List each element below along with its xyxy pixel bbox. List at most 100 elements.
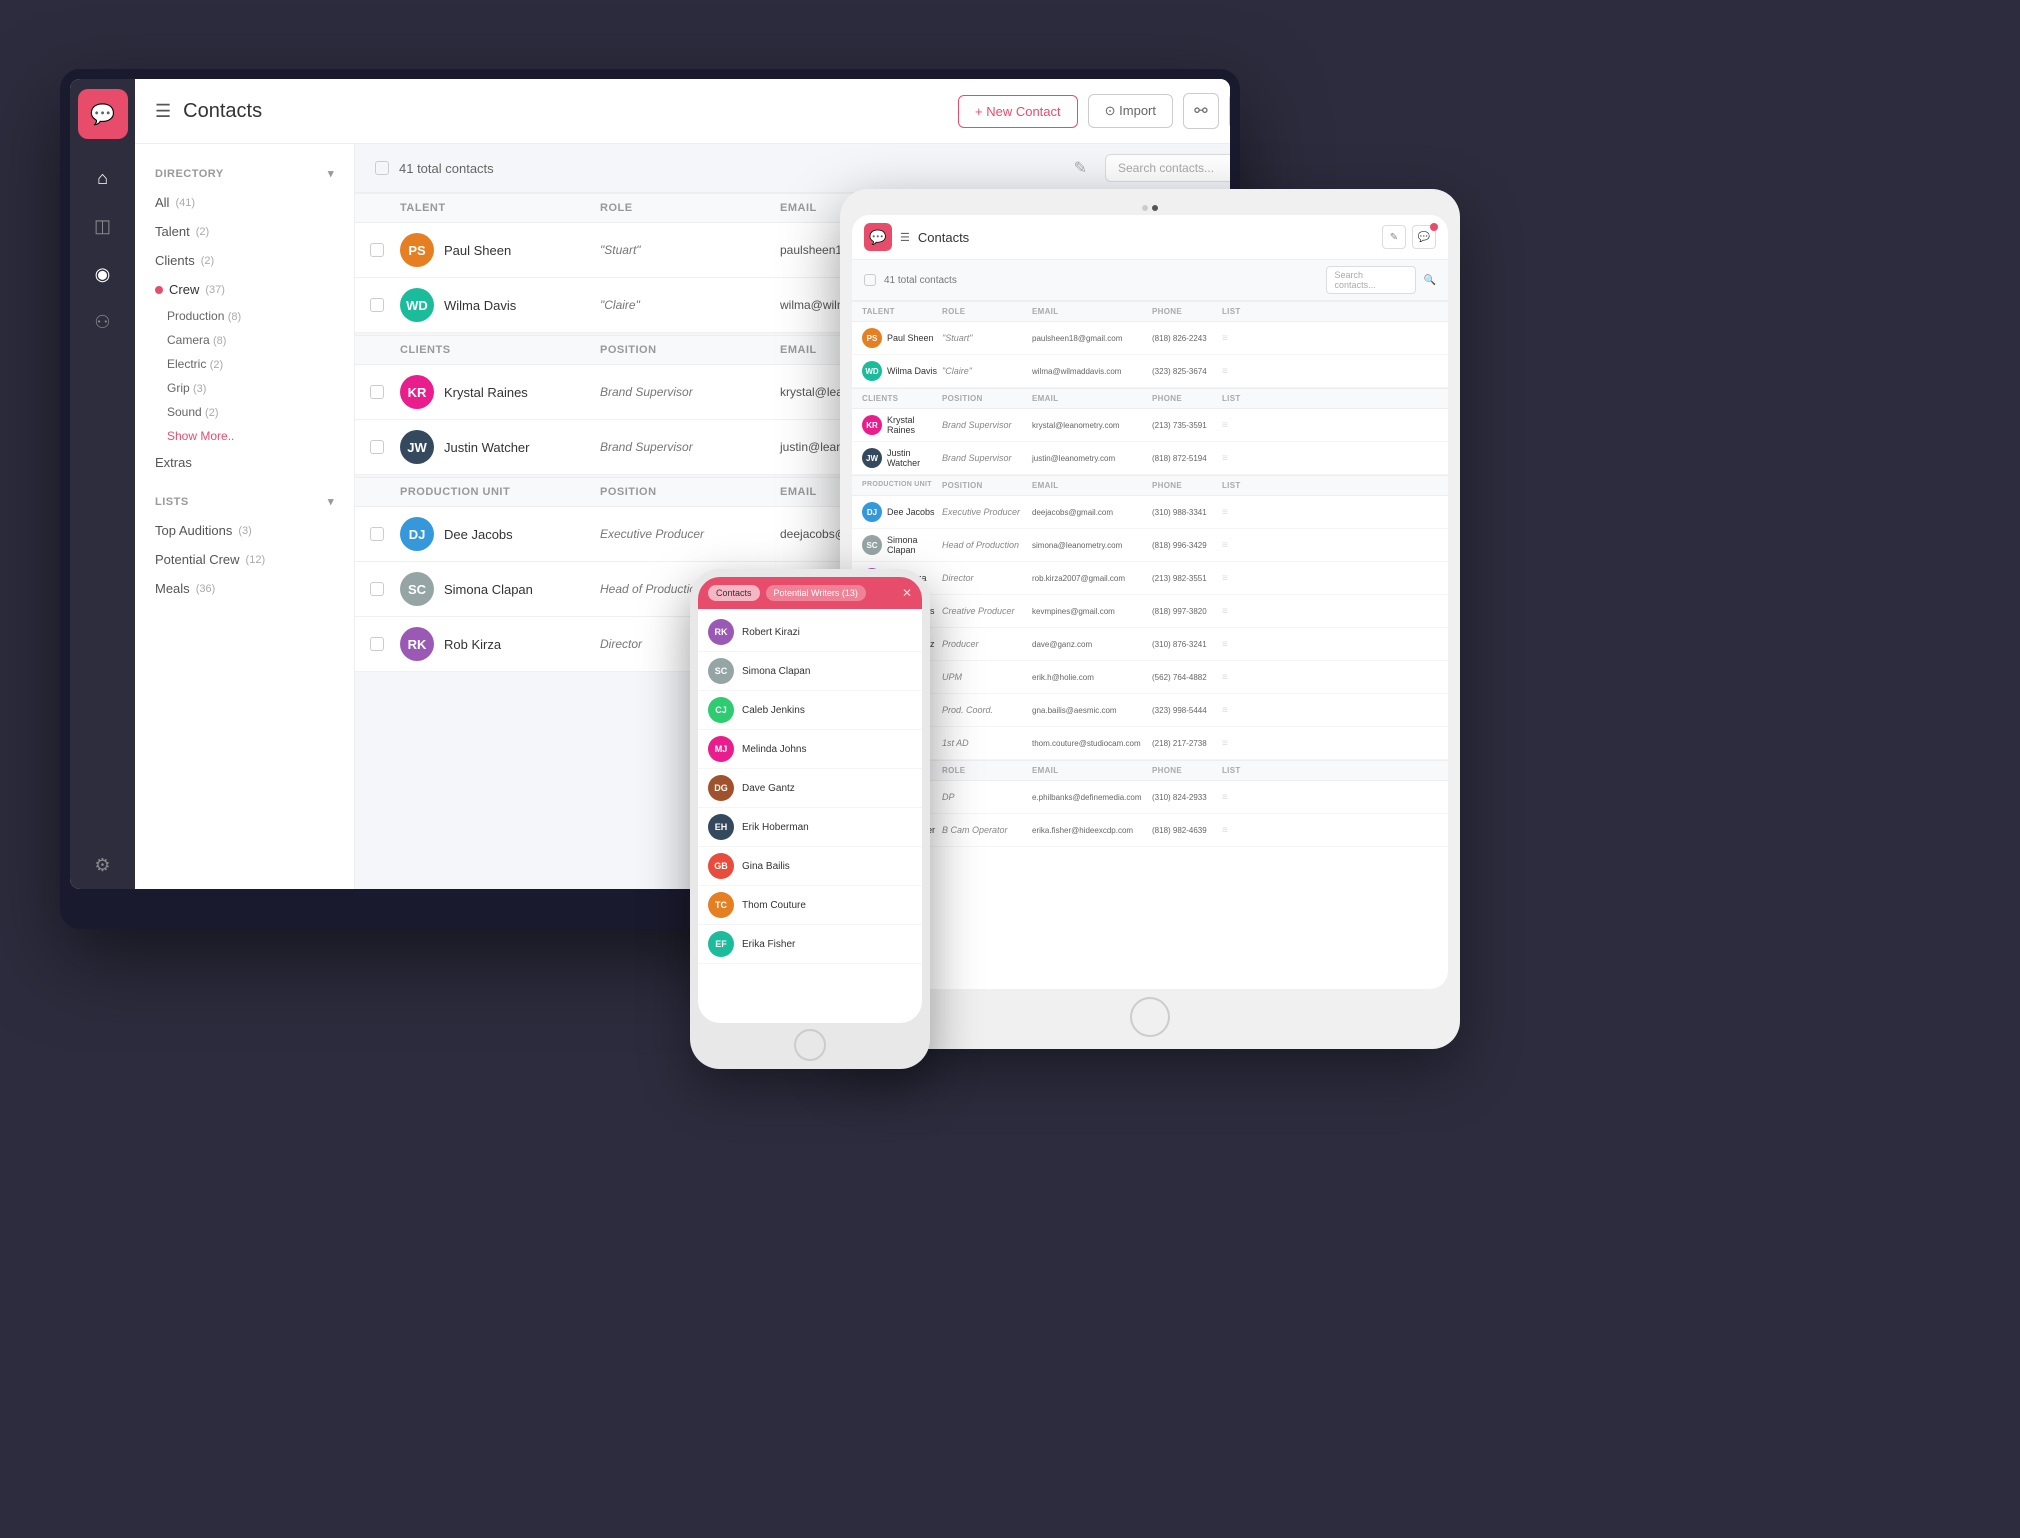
sidebar-item-all[interactable]: All (41): [135, 188, 354, 217]
tablet-list-icon[interactable]: ≡: [1222, 453, 1252, 464]
tablet-search[interactable]: Search contacts...: [1326, 266, 1416, 294]
nav-groups[interactable]: ⚇: [83, 302, 123, 342]
sidebar-sub-grip[interactable]: Grip (3): [135, 376, 354, 400]
app-logo[interactable]: 💬: [78, 89, 128, 139]
nav-contacts[interactable]: ◉: [83, 254, 123, 294]
avatar: PS: [400, 233, 434, 267]
tablet-logo: 💬: [864, 223, 892, 251]
tablet-table-row[interactable]: JW Justin Watcher Brand Supervisor justi…: [852, 442, 1448, 475]
crew-active-dot: [155, 286, 163, 294]
tablet-list-icon[interactable]: ≡: [1222, 573, 1252, 584]
nav-settings[interactable]: ⚙: [83, 845, 123, 885]
tablet-avatar: JW: [862, 448, 882, 468]
tablet-title: Contacts: [918, 230, 969, 245]
edit-icon[interactable]: ✎: [1074, 158, 1087, 178]
tablet-list-icon[interactable]: ≡: [1222, 507, 1252, 518]
search-box: Search contacts... 🔍: [1105, 154, 1230, 182]
tablet-table-row[interactable]: GB Gina Bailis Prod. Coord. gna.bailis@a…: [852, 694, 1448, 727]
tablet-list-icon[interactable]: ≡: [1222, 825, 1252, 836]
tablet-notifications-btn[interactable]: 💬: [1412, 225, 1436, 249]
phone-list-item[interactable]: EH Erik Hoberman: [698, 808, 922, 847]
row-checkbox[interactable]: [370, 243, 384, 257]
contact-position: Brand Supervisor: [600, 440, 780, 454]
phone-list-item[interactable]: DG Dave Gantz: [698, 769, 922, 808]
row-checkbox[interactable]: [370, 298, 384, 312]
sidebar-sub-sound[interactable]: Sound (2): [135, 400, 354, 424]
tablet-table-row[interactable]: WD Wilma Davis "Claire" wilma@wilmaddavi…: [852, 355, 1448, 388]
sidebar-item-top-auditions[interactable]: Top Auditions (3): [135, 516, 354, 545]
row-checkbox[interactable]: [370, 440, 384, 454]
phone-tab-contacts[interactable]: Contacts: [708, 585, 760, 601]
sidebar-item-potential-crew[interactable]: Potential Crew (12): [135, 545, 354, 574]
sidebar-item-meals[interactable]: Meals (36): [135, 574, 354, 603]
row-checkbox[interactable]: [370, 582, 384, 596]
sidebar-sub-camera[interactable]: Camera (8): [135, 328, 354, 352]
phone-home-button[interactable]: [794, 1029, 826, 1061]
phone-close-btn[interactable]: ✕: [902, 586, 912, 600]
tablet-row-erika-fisher[interactable]: EF Erika Fisher B Cam Operator erika.fis…: [852, 814, 1448, 847]
tablet-select-all[interactable]: [864, 274, 876, 286]
phone-list-item[interactable]: SC Simona Clapan: [698, 652, 922, 691]
sidebar-item-talent[interactable]: Talent (2): [135, 217, 354, 246]
sidebar-item-extras[interactable]: Extras: [135, 448, 354, 477]
tablet-list-icon[interactable]: ≡: [1222, 333, 1252, 344]
sidebar-sub-show-more[interactable]: Show More..: [135, 424, 354, 448]
tablet-list-icon[interactable]: ≡: [1222, 792, 1252, 803]
phone-list-item[interactable]: RK Robert Kirazi: [698, 613, 922, 652]
phone-list-item[interactable]: CJ Caleb Jenkins: [698, 691, 922, 730]
tablet-edit-btn[interactable]: ✎: [1382, 225, 1406, 249]
link-button[interactable]: ⚯: [1183, 93, 1219, 129]
row-checkbox[interactable]: [370, 527, 384, 541]
row-checkbox[interactable]: [370, 385, 384, 399]
phone-thom-couture: Thom Couture: [742, 900, 806, 911]
tablet-table-row[interactable]: EH Erik Hoberman UPM erik.h@holie.com (5…: [852, 661, 1448, 694]
tablet-menu-icon[interactable]: ☰: [900, 231, 910, 244]
tablet-row-thom-couture[interactable]: TC Thom Couture 1st AD thom.couture@stud…: [852, 727, 1448, 760]
tablet-avatar: KR: [862, 415, 882, 435]
tablet-list-icon[interactable]: ≡: [1222, 540, 1252, 551]
tablet-list-icon[interactable]: ≡: [1222, 738, 1252, 749]
select-all-checkbox[interactable]: [375, 161, 389, 175]
sidebar-item-clients[interactable]: Clients (2): [135, 246, 354, 275]
nav-home[interactable]: ⌂: [83, 158, 123, 198]
tablet-table-row[interactable]: SC Simona Clapan Head of Production simo…: [852, 529, 1448, 562]
tablet-list-icon[interactable]: ≡: [1222, 420, 1252, 431]
phone-list-item-thom-couture[interactable]: TC Thom Couture: [698, 886, 922, 925]
phone-list-item-erika-fisher[interactable]: EF Erika Fisher: [698, 925, 922, 964]
tablet-list-icon[interactable]: ≡: [1222, 705, 1252, 716]
tablet-avatar: SC: [862, 535, 882, 555]
tablet-table-row[interactable]: DG Dave Gantz Producer dave@ganz.com (31…: [852, 628, 1448, 661]
row-checkbox[interactable]: [370, 637, 384, 651]
tablet-search-icon[interactable]: 🔍: [1424, 275, 1436, 286]
notifications-button[interactable]: 💬 12: [1229, 93, 1230, 129]
tablet-list-icon[interactable]: ≡: [1222, 639, 1252, 650]
phone-tab-writers[interactable]: Potential Writers (13): [766, 585, 866, 601]
menu-icon[interactable]: ☰: [155, 101, 171, 122]
sidebar-sub-electric[interactable]: Electric (2): [135, 352, 354, 376]
phone-avatar: MJ: [708, 736, 734, 762]
tablet-table-row[interactable]: KP Kevin Pines Creative Producer kevmpin…: [852, 595, 1448, 628]
import-button[interactable]: ⊙ Import: [1088, 94, 1173, 128]
tablet-table-row[interactable]: RK Rob Kirza Director rob.kirza2007@gmai…: [852, 562, 1448, 595]
tablet-table-row[interactable]: KR Krystal Raines Brand Supervisor kryst…: [852, 409, 1448, 442]
tablet: 💬 ☰ Contacts ✎ 💬 41 total contacts Searc…: [840, 189, 1460, 1049]
phone-list-item[interactable]: MJ Melinda Johns: [698, 730, 922, 769]
tablet-list-icon[interactable]: ≡: [1222, 672, 1252, 683]
nav-briefcase[interactable]: ◫: [83, 206, 123, 246]
tablet-home-button[interactable]: [1130, 997, 1170, 1037]
avatar: JW: [400, 430, 434, 464]
sidebar-sub-production[interactable]: Production (8): [135, 304, 354, 328]
tablet-list-icon[interactable]: ≡: [1222, 366, 1252, 377]
tablet-list-icon[interactable]: ≡: [1222, 606, 1252, 617]
sidebar-item-crew[interactable]: Crew (37): [135, 275, 354, 304]
tablet-clients-header: CLIENTS POSITION EMAIL PHONE LIST: [852, 388, 1448, 409]
tablet-table-row[interactable]: EP Edward Philbanks DP e.philbanks@defin…: [852, 781, 1448, 814]
tablet-table-row[interactable]: PS Paul Sheen "Stuart" paulsheen18@gmail…: [852, 322, 1448, 355]
page-title: Contacts: [183, 100, 958, 123]
new-contact-button[interactable]: + New Contact: [958, 95, 1078, 128]
tablet-table-row[interactable]: DJ Dee Jacobs Executive Producer deejaco…: [852, 496, 1448, 529]
left-nav: 💬 ⌂ ◫ ◉ ⚇ ⚙: [70, 79, 135, 889]
phone-list-item[interactable]: GB Gina Bailis: [698, 847, 922, 886]
tablet-sub-header: 41 total contacts Search contacts... 🔍: [852, 260, 1448, 301]
tablet-name-cell: SC Simona Clapan: [862, 535, 942, 555]
